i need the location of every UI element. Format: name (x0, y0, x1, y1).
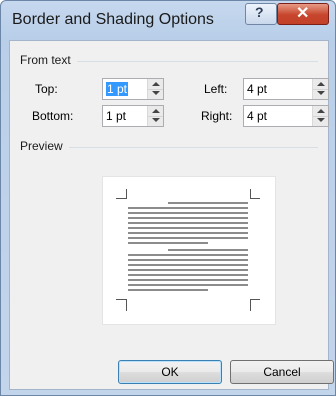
spin-down-icon[interactable] (148, 89, 163, 99)
preview-text-line (128, 222, 248, 224)
preview-text-line (128, 207, 248, 209)
bottom-label: Bottom: (32, 109, 74, 123)
preview-text-line (168, 202, 248, 204)
right-value[interactable]: 4 pt (247, 109, 267, 123)
left-label: Left: (204, 82, 228, 96)
cancel-button[interactable]: Cancel (230, 360, 334, 384)
bottom-spinner-arrows (147, 106, 163, 126)
preview-text-line (128, 274, 248, 276)
dialog-body: From text Top: 1 pt Left: 4 pt Bottom: 1… (9, 40, 334, 390)
left-value[interactable]: 4 pt (247, 82, 267, 96)
top-spinner-arrows (147, 79, 163, 99)
preview-text-line (128, 284, 248, 286)
crop-mark (250, 198, 260, 199)
help-icon: ? (255, 4, 264, 20)
top-spinner[interactable]: 1 pt (102, 78, 164, 100)
preview-text-line (128, 217, 248, 219)
preview-text-line (128, 227, 248, 229)
preview-text-line (128, 259, 248, 261)
preview-text-line (128, 212, 248, 214)
dialog-window: Border and Shading Options ? ✕ From text… (0, 0, 336, 396)
spin-down-icon[interactable] (148, 116, 163, 126)
preview-text-line (128, 279, 248, 281)
left-spinner[interactable]: 4 pt (243, 78, 329, 100)
preview-text-line (128, 269, 248, 271)
dialog-title: Border and Shading Options (12, 11, 214, 28)
top-label: Top: (35, 82, 58, 96)
bottom-spinner[interactable]: 1 pt (102, 105, 164, 127)
crop-mark (126, 189, 127, 199)
close-icon: ✕ (296, 5, 310, 22)
preview-text-line (128, 232, 248, 234)
crop-mark (126, 299, 127, 311)
preview-text-line (128, 242, 208, 244)
left-spinner-arrows (312, 79, 328, 99)
crop-mark (116, 299, 126, 300)
preview-text-line (168, 249, 248, 251)
right-spinner-arrows (312, 106, 328, 126)
title-bar[interactable]: Border and Shading Options ? ✕ (1, 1, 335, 39)
preview-group-label: Preview (20, 139, 69, 153)
close-button[interactable]: ✕ (277, 3, 329, 25)
right-label: Right: (201, 109, 233, 123)
preview-text-line (128, 254, 248, 256)
preview-text-line (128, 264, 248, 266)
top-value[interactable]: 1 pt (106, 82, 129, 96)
from-text-group-label: From text (20, 53, 77, 67)
crop-mark (250, 299, 260, 300)
bottom-value[interactable]: 1 pt (106, 109, 126, 123)
spin-down-icon[interactable] (313, 116, 328, 126)
preview-text-line (128, 289, 208, 291)
right-spinner[interactable]: 4 pt (243, 105, 329, 127)
spin-down-icon[interactable] (313, 89, 328, 99)
crop-mark (250, 299, 251, 311)
preview-page (102, 176, 276, 325)
crop-mark (116, 198, 126, 199)
preview-text-line (128, 237, 248, 239)
help-button[interactable]: ? (245, 3, 277, 25)
ok-button[interactable]: OK (118, 360, 222, 384)
